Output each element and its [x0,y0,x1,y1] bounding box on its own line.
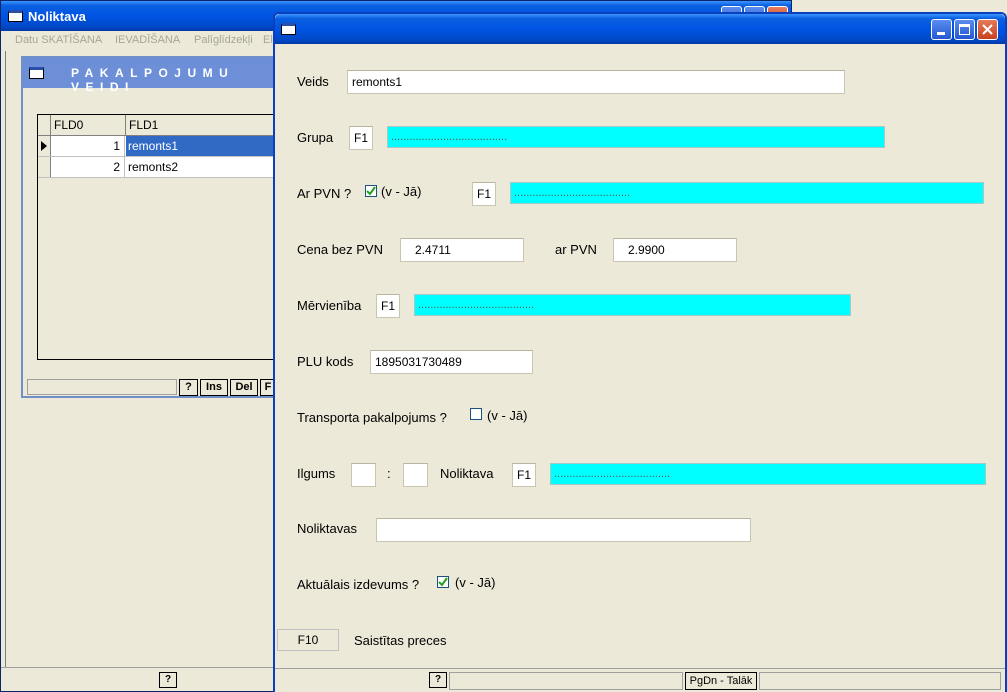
cena-ar-pvn-field[interactable]: 2.9900 [613,238,737,262]
grid-header: FLD0 FLD1 [38,115,278,136]
status-cell [277,672,427,690]
ar-pvn-label: ar PVN [555,242,597,257]
checkmark-icon [366,186,376,196]
status-cell [759,672,1001,690]
ilgums-label: Ilgums [297,466,336,481]
mervieniba-key-field[interactable]: F1 [376,294,400,318]
menu-ievadisana[interactable]: IEVADĪŠANA [115,34,180,46]
services-grid: FLD0 FLD1 1 remonts1 2 remonts2 [37,114,278,360]
ilgums-separator: : [387,466,391,481]
maximize-icon[interactable] [954,19,975,40]
pakalpojumu-veidi-window: PAKALPOJUMU VEIDI FLD0 FLD1 1 remonts1 2… [21,56,281,398]
grupa-label: Grupa [297,130,334,145]
pv-delete-button[interactable]: Del [230,379,258,396]
transporta-checkbox[interactable] [470,408,482,420]
pvn-hint: (v - Jā) [381,184,422,199]
window-icon [281,23,296,35]
noliktava-key-field[interactable]: F1 [512,463,536,487]
pv-help-button[interactable]: ? [179,379,198,396]
ilgums-minutes-field[interactable] [403,463,428,487]
minimize-icon[interactable] [931,19,952,40]
pv-insert-button[interactable]: Ins [200,379,228,396]
service-edit-dialog: Veids remonts1 Grupa F1 ................… [273,12,1007,692]
transporta-hint: (v - Jā) [487,408,528,423]
menu-paliglidzekli[interactable]: Palīglīdzekļi [194,34,253,46]
form-titlebar[interactable] [275,14,1005,44]
checkmark-icon [438,577,448,587]
saistitas-preces-label: Saistītas preces [354,633,447,648]
cena-label: Cena bez PVN [297,242,383,257]
row-pointer-icon [38,136,51,156]
cell-fld0[interactable]: 1 [51,136,125,156]
app-help-button[interactable]: ? [159,672,177,688]
status-cell [449,672,683,690]
menu-el[interactable]: El [263,34,273,46]
app-left-edge [5,51,6,667]
window-icon [8,10,23,22]
app-title: Noliktava [28,9,86,24]
pv-horizontal-scrollbar[interactable] [27,379,177,395]
noliktavas-label: Noliktavas [297,521,357,536]
aktualais-hint: (v - Jā) [455,575,496,590]
ilgums-hours-field[interactable] [351,463,376,487]
window-icon [29,67,44,79]
f10-button[interactable]: F10 [277,629,339,651]
grupa-key-field[interactable]: F1 [349,126,373,150]
pvn-lookup-field[interactable]: ...................................... [510,182,984,204]
mervieniba-lookup-field[interactable]: ...................................... [414,294,851,316]
plu-field[interactable]: 1895031730489 [370,350,533,374]
table-row[interactable]: 2 remonts2 [38,157,278,178]
menu-datu-skatisana[interactable]: Datu SKATĪŠANA [15,34,102,46]
transporta-label: Transporta pakalpojums ? [297,410,447,425]
noliktavas-field[interactable] [376,518,751,542]
veids-label: Veids [297,74,329,89]
cena-bez-pvn-field[interactable]: 2.4711 [400,238,524,262]
column-header-fld0[interactable]: FLD0 [51,115,126,135]
form-help-button[interactable]: ? [429,672,447,688]
pv-titlebar[interactable]: PAKALPOJUMU VEIDI [23,58,279,94]
aktualais-label: Aktuālais izdevums ? [297,577,420,592]
pvn-key-field[interactable]: F1 [472,182,496,206]
pvn-checkbox[interactable] [365,185,377,197]
cell-fld1[interactable]: remonts2 [126,157,278,177]
pgdn-next-button[interactable]: PgDn - Talāk [685,672,757,690]
plu-label: PLU kods [297,354,354,369]
grid-corner [38,115,51,135]
column-header-fld1[interactable]: FLD1 [126,115,278,135]
pv-title: PAKALPOJUMU VEIDI [71,66,235,94]
noliktava-label: Noliktava [440,466,494,481]
close-icon[interactable] [977,19,998,40]
form-statusbar: ? PgDn - Talāk [275,668,1005,692]
pvn-label: Ar PVN ? [297,186,352,201]
pv-toolbar: ? Ins Del F [23,376,279,396]
mervieniba-label: Mērvienība [297,298,362,313]
noliktava-lookup-field[interactable]: ...................................... [550,463,986,485]
cell-fld1[interactable]: remonts1 [126,136,278,156]
veids-field[interactable]: remonts1 [347,70,845,94]
aktualais-checkbox[interactable] [437,576,449,588]
cell-fld0[interactable]: 2 [51,157,125,177]
table-row[interactable]: 1 remonts1 [38,136,278,157]
grupa-lookup-field[interactable]: ...................................... [387,126,885,148]
row-indicator [38,157,51,177]
